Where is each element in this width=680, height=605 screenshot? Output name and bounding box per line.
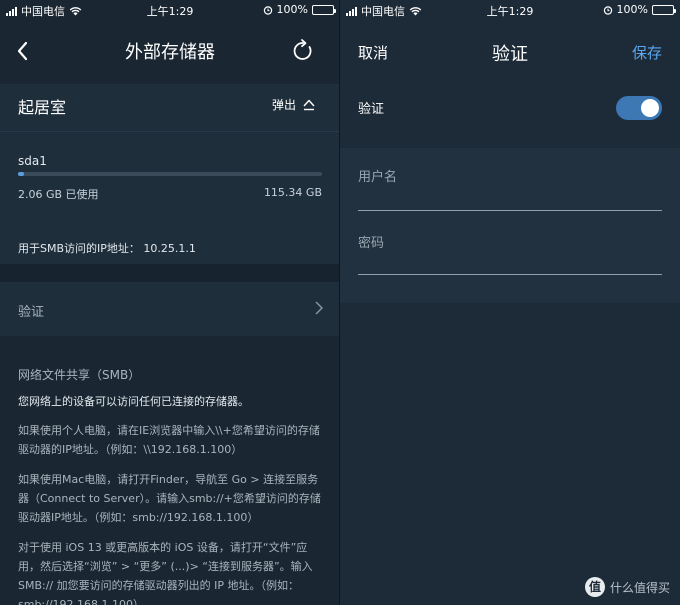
smb-ip-address: 用于SMB访问的IP地址： 10.25.1.1 xyxy=(18,242,196,255)
verify-toggle[interactable] xyxy=(616,96,662,120)
battery-percent: 100% xyxy=(616,3,648,16)
verify-row[interactable]: 验证 xyxy=(0,282,340,336)
section-gap xyxy=(0,264,340,282)
usage-bar xyxy=(18,172,322,176)
toggle-knob xyxy=(641,99,659,117)
status-bar: 中国电信 上午1:29 100% xyxy=(340,0,680,20)
watermark-logo-icon: 值 xyxy=(584,577,605,597)
refresh-icon[interactable] xyxy=(290,38,316,64)
battery-icon xyxy=(652,4,676,15)
chevron-right-icon xyxy=(315,301,323,315)
eject-icon xyxy=(303,99,315,110)
watermark-text: 什么值得买 xyxy=(609,580,670,595)
eject-label: 弹出 xyxy=(271,98,296,112)
empty-area xyxy=(340,303,680,605)
watermark: 值 什么值得买 xyxy=(584,577,670,597)
used-space: 2.06 GB 已使用 xyxy=(18,188,99,201)
page-title: 外部存储器 xyxy=(125,42,215,63)
eject-button[interactable]: 弹出 xyxy=(272,96,316,113)
smb-title: 网络文件共享（SMB） xyxy=(18,368,141,382)
external-storage-screen: 中国电信 上午1:29 100% 外部存储器 起居室 弹出 sda1 2.06 … xyxy=(0,0,340,605)
smb-intro: 您网络上的设备可以访问任何已连接的存储器。 xyxy=(18,395,249,408)
smb-info-section: 网络文件共享（SMB） 您网络上的设备可以访问任何已连接的存储器。 如果使用个人… xyxy=(0,348,340,605)
save-button[interactable]: 保存 xyxy=(632,42,662,63)
smb-mac-instructions: 如果使用Mac电脑，请打开Finder，导航至 Go > 连接至服务器（Conn… xyxy=(18,473,321,524)
smb-pc-instructions: 如果使用个人电脑，请在IE浏览器中输入\\+您希望访问的存储驱动器的IP地址。（… xyxy=(18,424,320,456)
alarm-icon xyxy=(603,5,612,15)
partition-name: sda1 xyxy=(18,154,47,168)
username-input[interactable] xyxy=(358,184,662,206)
smb-ios-instructions: 对于使用 iOS 13 或更高版本的 iOS 设备，请打开“文件”应用，然后选择… xyxy=(18,541,313,605)
password-label: 密码 xyxy=(358,236,385,251)
alarm-icon xyxy=(263,5,272,15)
divider xyxy=(0,131,340,132)
device-card: 起居室 弹出 sda1 2.06 GB 已使用 115.34 GB 用于SMB访… xyxy=(0,84,340,264)
status-bar: 中国电信 上午1:29 100% xyxy=(0,0,340,20)
username-underline xyxy=(358,210,662,211)
credentials-form: 用户名 密码 xyxy=(340,148,680,303)
verification-screen: 中国电信 上午1:29 100% 取消 验证 保存 验证 用户名 密码 值 什么… xyxy=(340,0,680,605)
usage-bar-fill xyxy=(18,172,25,176)
battery-percent: 100% xyxy=(276,3,308,16)
verify-toggle-label: 验证 xyxy=(358,102,385,117)
nav-header: 取消 验证 保存 xyxy=(340,20,680,80)
total-space: 115.34 GB xyxy=(263,186,322,199)
verify-toggle-row: 验证 xyxy=(340,84,680,132)
password-underline xyxy=(358,274,662,275)
verify-row-label: 验证 xyxy=(18,305,45,320)
nav-header: 外部存储器 xyxy=(0,20,340,80)
password-input[interactable] xyxy=(358,250,662,272)
username-label: 用户名 xyxy=(358,170,398,185)
device-name: 起居室 xyxy=(18,98,67,117)
battery-icon xyxy=(312,4,336,15)
page-title: 验证 xyxy=(492,44,528,65)
